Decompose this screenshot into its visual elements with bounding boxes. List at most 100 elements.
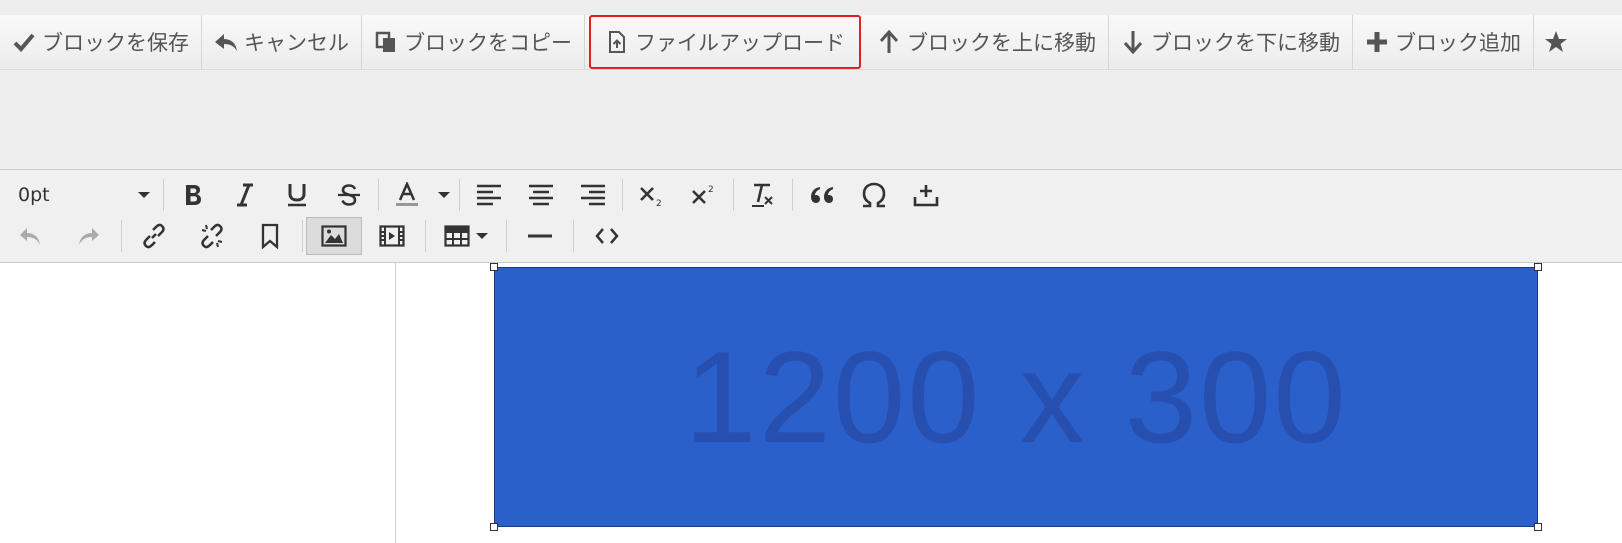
save-block-button[interactable]: ブロックを保存 [0,15,202,69]
save-block-label: ブロックを保存 [42,31,189,55]
align-center-icon [529,184,553,206]
image-button[interactable] [306,217,362,255]
arrow-down-icon [1121,30,1145,54]
toolbar-separator [425,220,426,252]
strikethrough-icon [338,184,360,206]
reply-icon [214,30,238,54]
special-char-icon [862,182,886,208]
add-block-label: ブロック追加 [1395,31,1521,55]
file-upload-label: ファイルアップロード [635,31,845,55]
resize-handle-bottom-left[interactable] [490,523,498,531]
move-block-down-button[interactable]: ブロックを下に移動 [1109,15,1353,69]
strikethrough-button[interactable] [323,176,375,214]
star-icon [1544,30,1568,54]
undo-button[interactable] [0,217,60,255]
clear-format-button[interactable] [737,176,789,214]
toolbar-separator [733,179,734,211]
italic-icon [237,183,253,207]
align-center-button[interactable] [515,176,567,214]
check-icon [12,30,36,54]
insert-button[interactable] [900,176,952,214]
toolbar-separator [121,220,122,252]
plus-icon [1365,30,1389,54]
superscript-button[interactable]: 2 [678,176,730,214]
text-color-button[interactable] [382,176,432,214]
horizontal-rule-button[interactable] [510,217,570,255]
resize-handle-bottom-right[interactable] [1534,523,1542,531]
toolbar-separator [302,220,303,252]
toolbar-separator [506,220,507,252]
unlink-button[interactable] [183,217,241,255]
align-left-button[interactable] [463,176,515,214]
horizontal-rule-icon [528,234,552,238]
font-size-value: 0pt [18,184,50,206]
copy-block-button[interactable]: ブロックをコピー [362,15,585,69]
add-block-button[interactable]: ブロック追加 [1353,15,1534,69]
bookmark-icon [261,223,279,249]
arrow-up-icon [877,30,901,54]
video-button[interactable] [362,217,422,255]
toolbar-separator [792,179,793,211]
format-toolbar: 0pt 2 2 [0,170,1622,263]
video-icon [379,225,405,247]
table-icon [444,225,470,247]
text-color-dropdown[interactable] [432,176,456,214]
blockquote-icon [811,187,833,203]
cancel-button[interactable]: キャンセル [202,15,362,69]
align-left-icon [477,184,501,206]
chevron-down-icon [476,233,488,239]
toolbar-separator [573,220,574,252]
file-upload-icon [605,30,629,54]
subscript-icon: 2 [640,187,662,207]
bookmark-button[interactable] [241,217,299,255]
copy-block-label: ブロックをコピー [404,31,572,55]
favorite-button[interactable] [1534,15,1584,69]
link-icon [143,223,165,249]
italic-button[interactable] [219,176,271,214]
chevron-down-icon [438,192,450,198]
file-upload-button[interactable]: ファイルアップロード [589,15,861,69]
column-divider [395,263,396,543]
toolbar-separator [378,179,379,211]
block-toolbar: ブロックを保存 キャンセル ブロックをコピー ファイルアップロード ブロックを上… [0,0,1622,170]
font-size-select[interactable]: 0pt [0,176,160,214]
bold-icon [186,185,201,205]
resize-handle-top-left[interactable] [490,263,498,271]
underline-icon [288,184,306,207]
insert-icon [913,185,939,207]
link-button[interactable] [125,217,183,255]
subscript-button[interactable]: 2 [626,176,678,214]
clear-format-icon [752,183,773,207]
copy-icon [374,30,398,54]
blockquote-button[interactable] [796,176,848,214]
align-right-icon [581,184,605,206]
toolbar-separator [459,179,460,211]
move-down-label: ブロックを下に移動 [1151,31,1340,55]
move-up-label: ブロックを上に移動 [907,31,1096,55]
source-code-button[interactable] [577,217,637,255]
toolbar-separator [622,179,623,211]
underline-button[interactable] [271,176,323,214]
redo-icon [79,228,99,245]
block-toolbar-buttons: ブロックを保存 キャンセル ブロックをコピー ファイルアップロード ブロックを上… [0,15,1622,70]
toolbar-separator [163,179,164,211]
editor-content-area[interactable]: 1200 x 300 [0,263,1622,543]
svg-text:2: 2 [656,199,662,207]
redo-button[interactable] [60,217,118,255]
resize-handle-top-right[interactable] [1534,263,1542,271]
superscript-icon: 2 [692,185,714,204]
bold-button[interactable] [167,176,219,214]
format-toolbar-row-1: 0pt 2 2 [0,176,952,214]
source-code-icon [595,228,619,244]
placeholder-size-text: 1200 x 300 [684,324,1348,470]
svg-text:2: 2 [708,185,714,195]
text-color-icon [396,182,418,206]
undo-icon [20,228,40,245]
cancel-label: キャンセル [244,31,349,55]
table-button[interactable] [429,217,503,255]
image-placeholder[interactable]: 1200 x 300 [494,267,1538,527]
move-block-up-button[interactable]: ブロックを上に移動 [865,15,1109,69]
special-char-button[interactable] [848,176,900,214]
align-right-button[interactable] [567,176,619,214]
image-icon [321,225,347,247]
